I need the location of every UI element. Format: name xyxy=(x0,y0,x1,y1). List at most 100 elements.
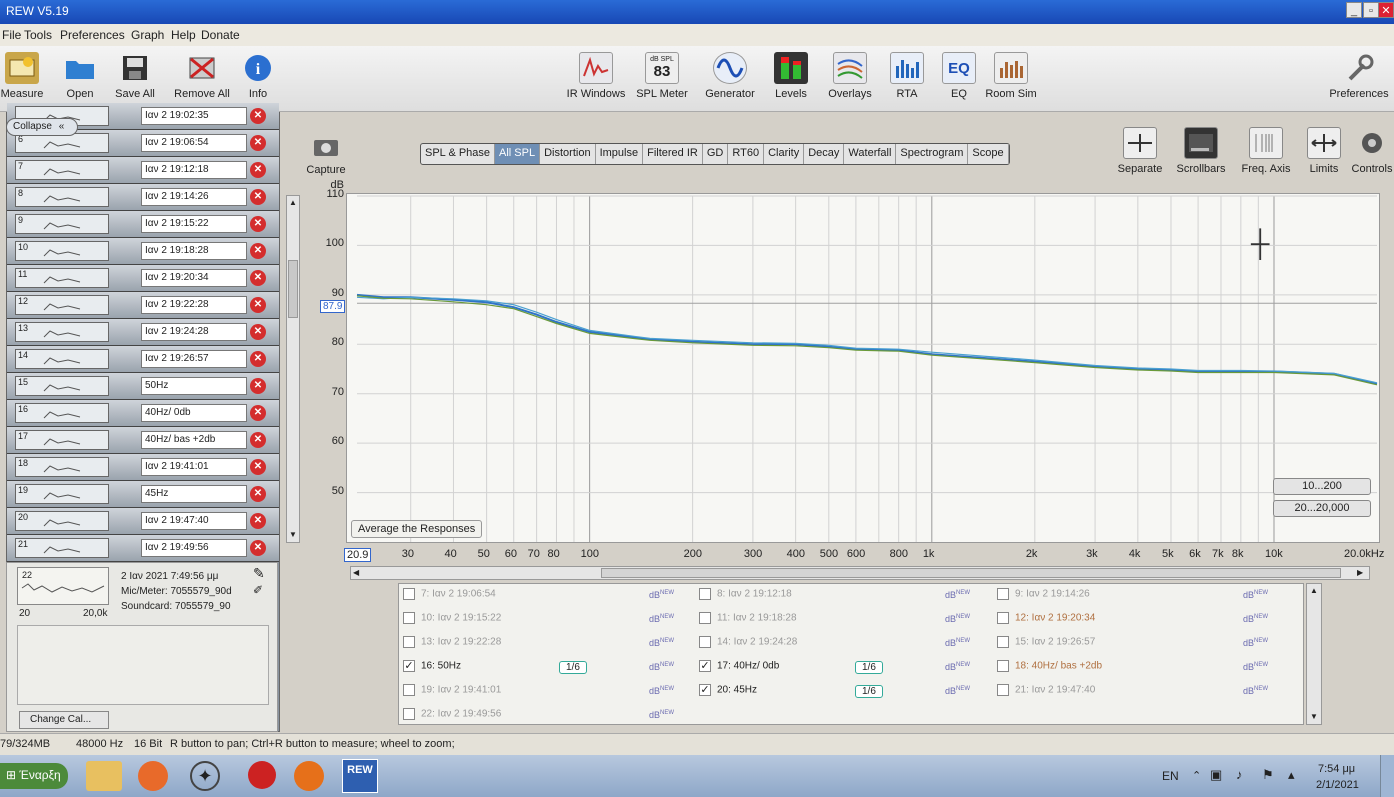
range-10-200-button[interactable]: 10...200 xyxy=(1273,478,1371,495)
measurement-name-field[interactable]: Ιαν 2 19:15:22 xyxy=(141,215,247,233)
pin-icon[interactable] xyxy=(248,761,276,789)
delete-measurement-icon[interactable]: ✕ xyxy=(250,270,266,286)
smoothing-badge[interactable]: 1/6 xyxy=(855,661,883,674)
separate-button[interactable]: Separate xyxy=(1114,127,1166,175)
legend-checkbox[interactable] xyxy=(403,684,415,696)
horizontal-scrollbar[interactable]: ◀ ▶ xyxy=(350,566,1370,580)
graph-tab[interactable]: Scope xyxy=(968,144,1009,164)
legend-item[interactable]: 13: Ιαν 2 19:22:28 dBNEW xyxy=(403,636,693,656)
measurement-thumbnail[interactable]: 6 xyxy=(15,133,109,153)
close-button[interactable]: ✕ xyxy=(1378,2,1394,18)
delete-measurement-icon[interactable]: ✕ xyxy=(250,486,266,502)
graph-tab[interactable]: All SPL xyxy=(495,144,541,164)
measurement-name-field[interactable]: Ιαν 2 19:41:01 xyxy=(141,458,247,476)
measurement-row[interactable]: 17 40Hz/ bas +2db ✕ xyxy=(7,427,279,454)
measurement-row[interactable]: 10 Ιαν 2 19:18:28 ✕ xyxy=(7,238,279,265)
show-desktop-button[interactable] xyxy=(1380,755,1394,797)
measure-button[interactable]: Measure xyxy=(0,52,44,100)
info-thumbnail[interactable]: 22 xyxy=(17,567,109,605)
measurement-row[interactable]: 12 Ιαν 2 19:22:28 ✕ xyxy=(7,292,279,319)
legend-item[interactable]: 18: 40Hz/ bas +2db dBNEW xyxy=(997,660,1287,680)
plot-area[interactable]: Average the Responses 10...200 20...20,0… xyxy=(346,193,1380,543)
graph-tab[interactable]: Filtered IR xyxy=(643,144,703,164)
legend-checkbox[interactable] xyxy=(403,588,415,600)
tray-signal-icon[interactable]: ▴ xyxy=(1288,767,1295,783)
measurement-thumbnail[interactable]: 15 xyxy=(15,376,109,396)
legend-item[interactable]: ✓ 20: 45Hz 1/6 dBNEW xyxy=(699,684,989,704)
minimize-button[interactable]: _ xyxy=(1346,2,1362,18)
legend-checkbox[interactable] xyxy=(997,684,1009,696)
save-all-button[interactable]: Save All xyxy=(110,52,160,100)
graph-tab[interactable]: SPL & Phase xyxy=(421,144,496,164)
measurement-thumbnail[interactable]: 9 xyxy=(15,214,109,234)
measurement-row[interactable]: 14 Ιαν 2 19:26:57 ✕ xyxy=(7,346,279,373)
menu-graph[interactable]: Graph xyxy=(131,28,164,42)
range-20-20000-button[interactable]: 20...20,000 xyxy=(1273,500,1371,517)
measurement-thumbnail[interactable]: 19 xyxy=(15,484,109,504)
delete-measurement-icon[interactable]: ✕ xyxy=(250,243,266,259)
change-cal-button[interactable]: Change Cal... xyxy=(19,711,109,729)
scrollbars-button[interactable]: Scrollbars xyxy=(1172,127,1230,175)
legend-scroll-up-icon[interactable]: ▲ xyxy=(1310,586,1318,595)
legend-checkbox[interactable] xyxy=(997,636,1009,648)
open-button[interactable]: Open xyxy=(58,52,102,100)
spl-meter-button[interactable]: dB SPL 83 SPL Meter xyxy=(634,52,690,100)
vertical-scrollbar[interactable]: ▲ ▼ xyxy=(286,195,300,543)
legend-item[interactable]: 8: Ιαν 2 19:12:18 dBNEW xyxy=(699,588,989,608)
measurement-thumbnail[interactable]: 21 xyxy=(15,538,109,558)
levels-button[interactable]: Levels xyxy=(766,52,816,100)
measurement-row[interactable]: 8 Ιαν 2 19:14:26 ✕ xyxy=(7,184,279,211)
legend-item[interactable]: 21: Ιαν 2 19:47:40 dBNEW xyxy=(997,684,1287,704)
controls-button[interactable]: Controls xyxy=(1350,127,1394,175)
ir-windows-button[interactable]: IR Windows xyxy=(563,52,629,100)
edit-icon[interactable]: ✎ xyxy=(253,565,265,582)
legend-item[interactable]: 11: Ιαν 2 19:18:28 dBNEW xyxy=(699,612,989,632)
clock-time[interactable]: 7:54 μμ xyxy=(1318,763,1355,775)
measurement-name-field[interactable]: 50Hz xyxy=(141,377,247,395)
delete-measurement-icon[interactable]: ✕ xyxy=(250,162,266,178)
measurement-name-field[interactable]: Ιαν 2 19:12:18 xyxy=(141,161,247,179)
scroll-right-icon[interactable]: ▶ xyxy=(1357,568,1363,577)
measurement-name-field[interactable]: Ιαν 2 19:18:28 xyxy=(141,242,247,260)
pen-icon[interactable]: ✐ xyxy=(253,583,263,597)
tray-up-icon[interactable]: ⌃ xyxy=(1192,769,1201,782)
delete-measurement-icon[interactable]: ✕ xyxy=(250,135,266,151)
tray-volume-icon[interactable]: ♪ xyxy=(1236,767,1243,782)
rta-button[interactable]: RTA xyxy=(886,52,928,100)
maximize-button[interactable]: ▫ xyxy=(1363,2,1379,18)
measurement-name-field[interactable]: 45Hz xyxy=(141,485,247,503)
vertical-scroll-thumb[interactable] xyxy=(288,260,298,318)
legend-checkbox[interactable]: ✓ xyxy=(403,660,415,672)
limits-button[interactable]: Limits xyxy=(1302,127,1346,175)
scroll-up-icon[interactable]: ▲ xyxy=(289,198,297,207)
measurement-name-field[interactable]: Ιαν 2 19:02:35 xyxy=(141,107,247,125)
measurement-thumbnail[interactable]: 7 xyxy=(15,160,109,180)
delete-measurement-icon[interactable]: ✕ xyxy=(250,405,266,421)
tray-network-icon[interactable]: ▣ xyxy=(1210,767,1222,783)
language-indicator[interactable]: EN xyxy=(1162,769,1179,783)
preferences-button[interactable]: Preferences xyxy=(1326,52,1392,100)
eq-button[interactable]: EQ EQ xyxy=(938,52,980,100)
info-button[interactable]: i Info xyxy=(238,52,278,100)
graph-tab[interactable]: Clarity xyxy=(764,144,805,164)
collapse-button[interactable]: Collapse « xyxy=(6,118,78,136)
measurement-row[interactable]: 15 50Hz ✕ xyxy=(7,373,279,400)
measurement-name-field[interactable]: Ιαν 2 19:06:54 xyxy=(141,134,247,152)
clock-date[interactable]: 2/1/2021 xyxy=(1316,779,1359,791)
measurement-row[interactable]: 18 Ιαν 2 19:41:01 ✕ xyxy=(7,454,279,481)
measurement-name-field[interactable]: Ιαν 2 19:20:34 xyxy=(141,269,247,287)
measurement-thumbnail[interactable]: 8 xyxy=(15,187,109,207)
generator-button[interactable]: Generator xyxy=(700,52,760,100)
legend-scroll-down-icon[interactable]: ▼ xyxy=(1310,712,1318,721)
media-player-icon[interactable] xyxy=(138,761,168,791)
menu-file[interactable]: File xyxy=(2,28,21,42)
measurement-row[interactable]: 21 Ιαν 2 19:49:56 ✕ xyxy=(7,535,279,562)
capture-button[interactable]: Capture xyxy=(300,130,352,176)
measurement-row[interactable]: 16 40Hz/ 0db ✕ xyxy=(7,400,279,427)
measurement-thumbnail[interactable]: 14 xyxy=(15,349,109,369)
graph-tab[interactable]: Impulse xyxy=(596,144,644,164)
legend-checkbox[interactable] xyxy=(403,708,415,720)
measurement-thumbnail[interactable]: 16 xyxy=(15,403,109,423)
rew-taskbar-icon[interactable]: REW xyxy=(342,759,378,793)
legend-item[interactable]: 10: Ιαν 2 19:15:22 dBNEW xyxy=(403,612,693,632)
